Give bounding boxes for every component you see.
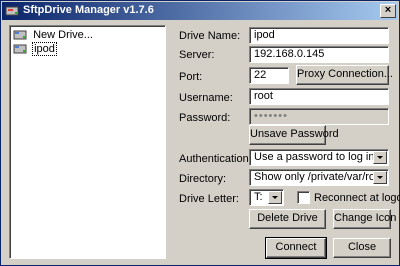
chevron-down-icon[interactable] <box>373 171 387 184</box>
drive-icon <box>13 44 27 54</box>
sftpdrive-manager-window: SftpDrive Manager v1.7.6 × New Drive... … <box>0 0 400 266</box>
password-field[interactable]: ••••••• <box>249 108 389 125</box>
drive-name-field[interactable]: ipod <box>249 27 389 44</box>
drive-tree[interactable]: New Drive... ipod <box>9 25 166 259</box>
authentication-label: Authentication: <box>179 153 252 165</box>
close-button[interactable]: Close <box>333 238 391 258</box>
tree-item-label: ipod <box>32 42 57 57</box>
drive-letter-value: T: <box>254 191 263 203</box>
change-icon-button[interactable]: Change Icon <box>333 209 396 229</box>
connect-button[interactable]: Connect <box>265 237 327 259</box>
app-drive-icon <box>5 6 19 16</box>
username-field[interactable]: root <box>249 88 389 105</box>
server-label: Server: <box>179 49 215 61</box>
window-title: SftpDrive Manager v1.7.6 <box>23 4 154 16</box>
drive-letter-select[interactable]: T: <box>249 189 284 206</box>
window-close-button[interactable]: × <box>380 4 396 18</box>
password-label: Password: <box>179 112 231 124</box>
authentication-select[interactable]: Use a password to log in <box>249 149 389 166</box>
port-field[interactable]: 22 <box>249 67 289 84</box>
tree-item-new-drive[interactable]: New Drive... <box>13 29 94 43</box>
tree-item-ipod[interactable]: ipod <box>13 42 57 57</box>
drive-icon <box>13 30 27 40</box>
directory-select[interactable]: Show only /private/var/root/Medi <box>249 169 389 186</box>
drive-name-label: Drive Name: <box>179 30 241 42</box>
unsave-password-button[interactable]: Unsave Password <box>249 125 339 145</box>
tree-item-label: New Drive... <box>33 29 93 42</box>
reconnect-label[interactable]: Reconnect at logon <box>314 192 400 204</box>
directory-label: Directory: <box>179 173 227 185</box>
authentication-value: Use a password to log in <box>254 151 375 163</box>
chevron-down-icon[interactable] <box>373 151 387 164</box>
proxy-connection-button[interactable]: Proxy Connection... <box>296 65 393 85</box>
directory-value: Show only /private/var/root/Medi <box>254 171 388 183</box>
server-field[interactable]: 192.168.0.145 <box>249 46 389 63</box>
drive-letter-label: Drive Letter: <box>179 193 239 205</box>
username-label: Username: <box>179 92 233 104</box>
port-label: Port: <box>179 71 203 83</box>
chevron-down-icon[interactable] <box>268 191 282 204</box>
title-bar[interactable]: SftpDrive Manager v1.7.6 × <box>2 2 398 20</box>
delete-drive-button[interactable]: Delete Drive <box>249 209 326 229</box>
reconnect-checkbox[interactable] <box>297 191 310 204</box>
